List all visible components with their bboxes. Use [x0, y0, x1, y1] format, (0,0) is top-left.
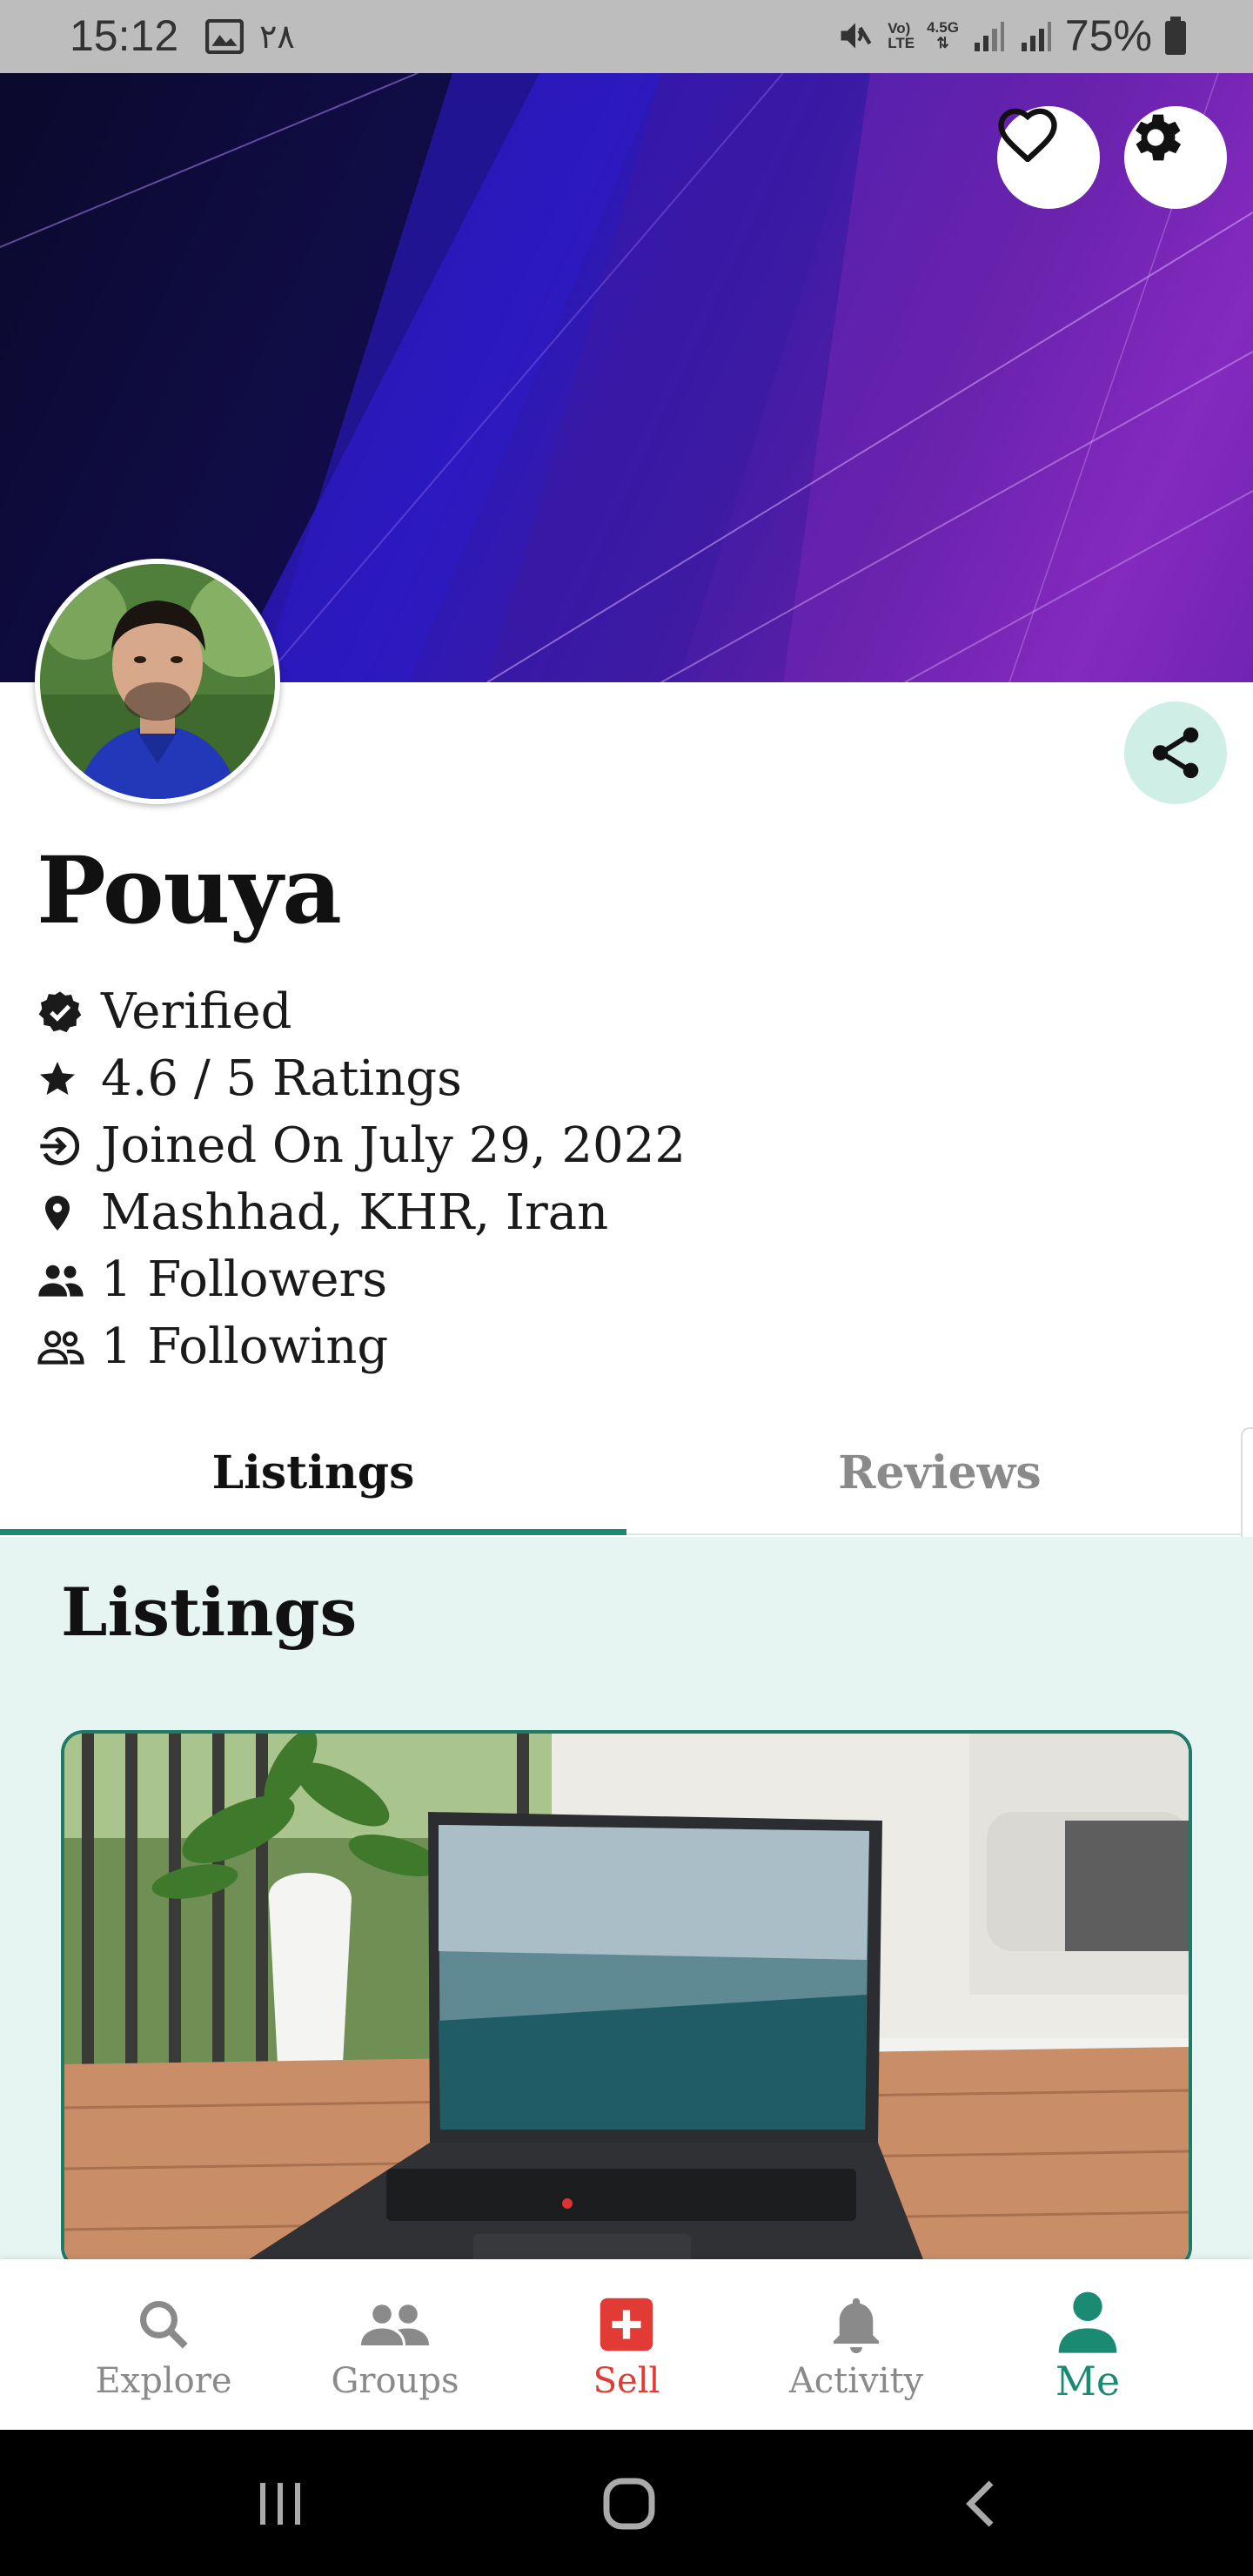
recent-apps-button[interactable] — [233, 2465, 329, 2543]
nav-activity-label: Activity — [788, 2361, 924, 2401]
bell-icon — [828, 2288, 885, 2361]
groups-icon — [358, 2288, 432, 2361]
location-row: Mashhad, KHR, Iran — [37, 1179, 686, 1246]
add-box-icon — [598, 2288, 655, 2361]
following-row[interactable]: 1 Following — [37, 1313, 686, 1380]
profile-tabs: Listings Reviews — [0, 1410, 1253, 1535]
nav-groups-label: Groups — [331, 2361, 459, 2401]
share-button[interactable] — [1124, 701, 1227, 804]
location-text: Mashhad, KHR, Iran — [101, 1184, 609, 1241]
heart-icon — [998, 108, 1057, 162]
settings-button[interactable] — [1124, 106, 1227, 209]
network-label-1: Vo) — [888, 20, 911, 37]
recent-apps-icon — [260, 2483, 300, 2525]
home-icon — [603, 2478, 655, 2530]
nav-explore-label: Explore — [95, 2361, 232, 2401]
bottom-navigation: Explore Groups Sell Activity Me — [0, 2259, 1253, 2430]
joined-row: Joined On July 29, 2022 — [37, 1112, 686, 1179]
status-notification-text: ۲۸ — [259, 17, 295, 56]
status-bar: 15:12 ۲۸ Vo) LTE 4.5G ⇅ 75% — [0, 0, 1253, 73]
back-icon — [966, 2480, 994, 2527]
joined-text: Joined On July 29, 2022 — [101, 1117, 686, 1174]
nav-sell[interactable]: Sell — [512, 2259, 741, 2430]
profile-info-list: Verified 4.6 / 5 Ratings Joined On July … — [37, 978, 686, 1380]
login-icon — [37, 1121, 87, 1171]
battery-percent: 75% — [1064, 11, 1152, 60]
listing-card[interactable] — [61, 1730, 1192, 2270]
nav-activity[interactable]: Activity — [741, 2259, 971, 2430]
battery-icon — [1165, 17, 1186, 55]
listings-title: Listings — [61, 1573, 358, 1651]
tab-reviews[interactable]: Reviews — [626, 1410, 1253, 1535]
person-icon — [1053, 2284, 1122, 2358]
rating-row: 4.6 / 5 Ratings — [37, 1045, 686, 1112]
network-gen: 4.5G — [927, 19, 959, 36]
tab-listings[interactable]: Listings — [0, 1410, 626, 1535]
signal-icon — [974, 22, 1004, 51]
tab-active-indicator — [0, 1529, 626, 1535]
followers-text: 1 Followers — [101, 1251, 388, 1308]
verified-icon — [37, 987, 87, 1037]
gear-icon — [1136, 114, 1182, 161]
status-time: 15:12 — [70, 11, 179, 60]
nav-explore[interactable]: Explore — [49, 2259, 278, 2430]
nav-me[interactable]: Me — [973, 2259, 1203, 2430]
system-navigation-bar — [0, 2430, 1253, 2576]
image-notification-icon — [205, 19, 244, 54]
location-pin-icon — [37, 1188, 87, 1238]
followers-row[interactable]: 1 Followers — [37, 1246, 686, 1313]
avatar[interactable] — [35, 559, 280, 804]
verified-row: Verified — [37, 978, 686, 1045]
share-icon — [1152, 727, 1199, 779]
favorite-button[interactable] — [997, 106, 1100, 209]
rating-text: 4.6 / 5 Ratings — [101, 1050, 462, 1107]
back-button[interactable] — [933, 2465, 1029, 2543]
nav-groups[interactable]: Groups — [280, 2259, 510, 2430]
following-text: 1 Following — [101, 1318, 389, 1375]
profile-name: Pouya — [37, 835, 342, 944]
search-icon — [135, 2288, 192, 2361]
mute-icon — [841, 23, 872, 49]
nav-sell-label: Sell — [593, 2361, 660, 2401]
listing-photo — [64, 1734, 1189, 2266]
home-button[interactable] — [581, 2465, 677, 2543]
people-icon — [37, 1255, 87, 1305]
people-outline-icon — [37, 1322, 87, 1372]
signal-icon-2 — [1021, 22, 1051, 51]
avatar-photo — [40, 564, 275, 799]
star-icon — [37, 1054, 87, 1104]
nav-me-label: Me — [1055, 2358, 1121, 2405]
verified-text: Verified — [101, 983, 292, 1040]
network-label-2: LTE — [888, 35, 915, 51]
listings-section: Listings — [0, 1537, 1253, 2270]
